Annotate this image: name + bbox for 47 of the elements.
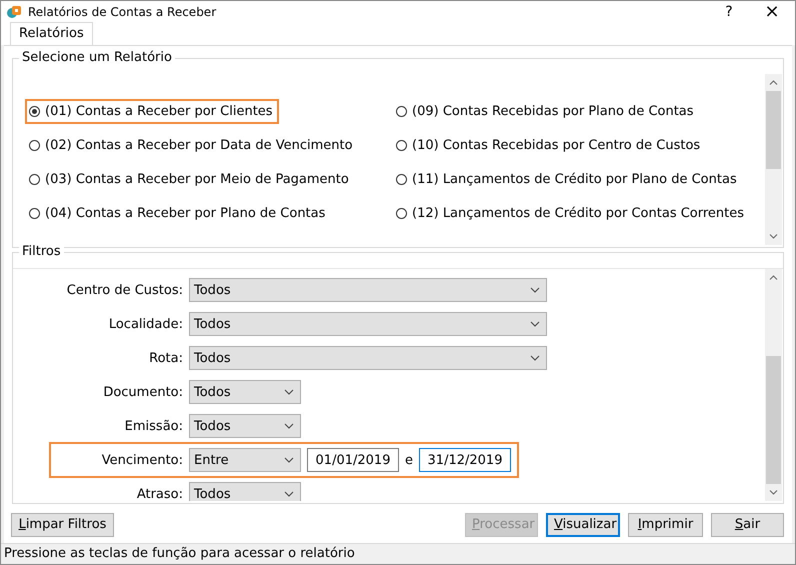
action-button[interactable]: Limpar Filtros — [11, 512, 114, 536]
chevron-icon — [530, 321, 540, 327]
scroll-up-icon[interactable] — [769, 80, 778, 85]
dropdown[interactable]: Entre — [189, 448, 301, 472]
action-button[interactable]: Imprimir — [628, 512, 703, 536]
chevron-icon — [530, 287, 540, 293]
report-option[interactable]: (03) Contas a Receber por Meio de Pagamento — [25, 166, 355, 192]
report-option[interactable]: (11) Lançamentos de Crédito por Plano de Contas — [392, 166, 743, 192]
report-option[interactable]: (12) Lançamentos de Crédito por Contas Correntes — [392, 200, 750, 226]
tab[interactable]: Relatórios — [10, 22, 93, 45]
app-icon — [6, 4, 22, 20]
chevron-icon — [284, 389, 294, 395]
field-label: Vencimento: — [100, 452, 183, 468]
chevron-icon — [530, 355, 540, 361]
scroll-down-icon[interactable] — [769, 234, 778, 239]
dropdown[interactable]: Todos — [189, 380, 301, 404]
window-title: Relatórios de Contas a Receber — [28, 4, 218, 18]
action-button[interactable]: Sair — [711, 512, 784, 536]
field-label: Emissão: — [124, 418, 183, 434]
scroll-up-icon[interactable] — [769, 275, 778, 280]
range-joiner: e — [405, 452, 413, 468]
scrollbar[interactable] — [765, 74, 782, 245]
scrollbar[interactable] — [765, 269, 782, 501]
dropdown[interactable]: Todos — [189, 346, 547, 370]
field-label: Documento: — [102, 384, 183, 400]
report-option[interactable]: (04) Contas a Receber por Plano de Contas — [25, 200, 332, 226]
dropdown[interactable]: Todos — [189, 278, 547, 302]
chevron-icon — [284, 491, 294, 497]
field-label: Centro de Custos: — [66, 282, 183, 298]
date-field[interactable]: 01/01/2019 — [307, 448, 399, 472]
field-label: Rota: — [148, 350, 183, 366]
chevron-icon — [284, 423, 294, 429]
report-option[interactable]: (09) Contas Recebidas por Plano de Contas — [392, 98, 700, 124]
dropdown[interactable]: Todos — [189, 482, 301, 501]
dropdown[interactable]: Todos — [189, 414, 301, 438]
report-option[interactable]: (02) Contas a Receber por Data de Vencimento — [25, 132, 359, 158]
chevron-icon — [284, 457, 294, 463]
dropdown[interactable]: Todos — [189, 312, 547, 336]
scroll-down-icon[interactable] — [769, 490, 778, 495]
field-label: Atraso: — [136, 486, 183, 501]
action-button[interactable]: Visualizar — [546, 512, 620, 536]
field-label: Localidade: — [108, 316, 183, 332]
report-option[interactable]: (01) Contas a Receber por Clientes — [25, 98, 279, 124]
help-button[interactable]: ? — [709, 4, 749, 20]
date-field[interactable]: 31/12/2019 — [419, 448, 511, 472]
report-option[interactable]: (10) Contas Recebidas por Centro de Custos — [392, 132, 706, 158]
close-button[interactable]: × — [749, 1, 795, 22]
